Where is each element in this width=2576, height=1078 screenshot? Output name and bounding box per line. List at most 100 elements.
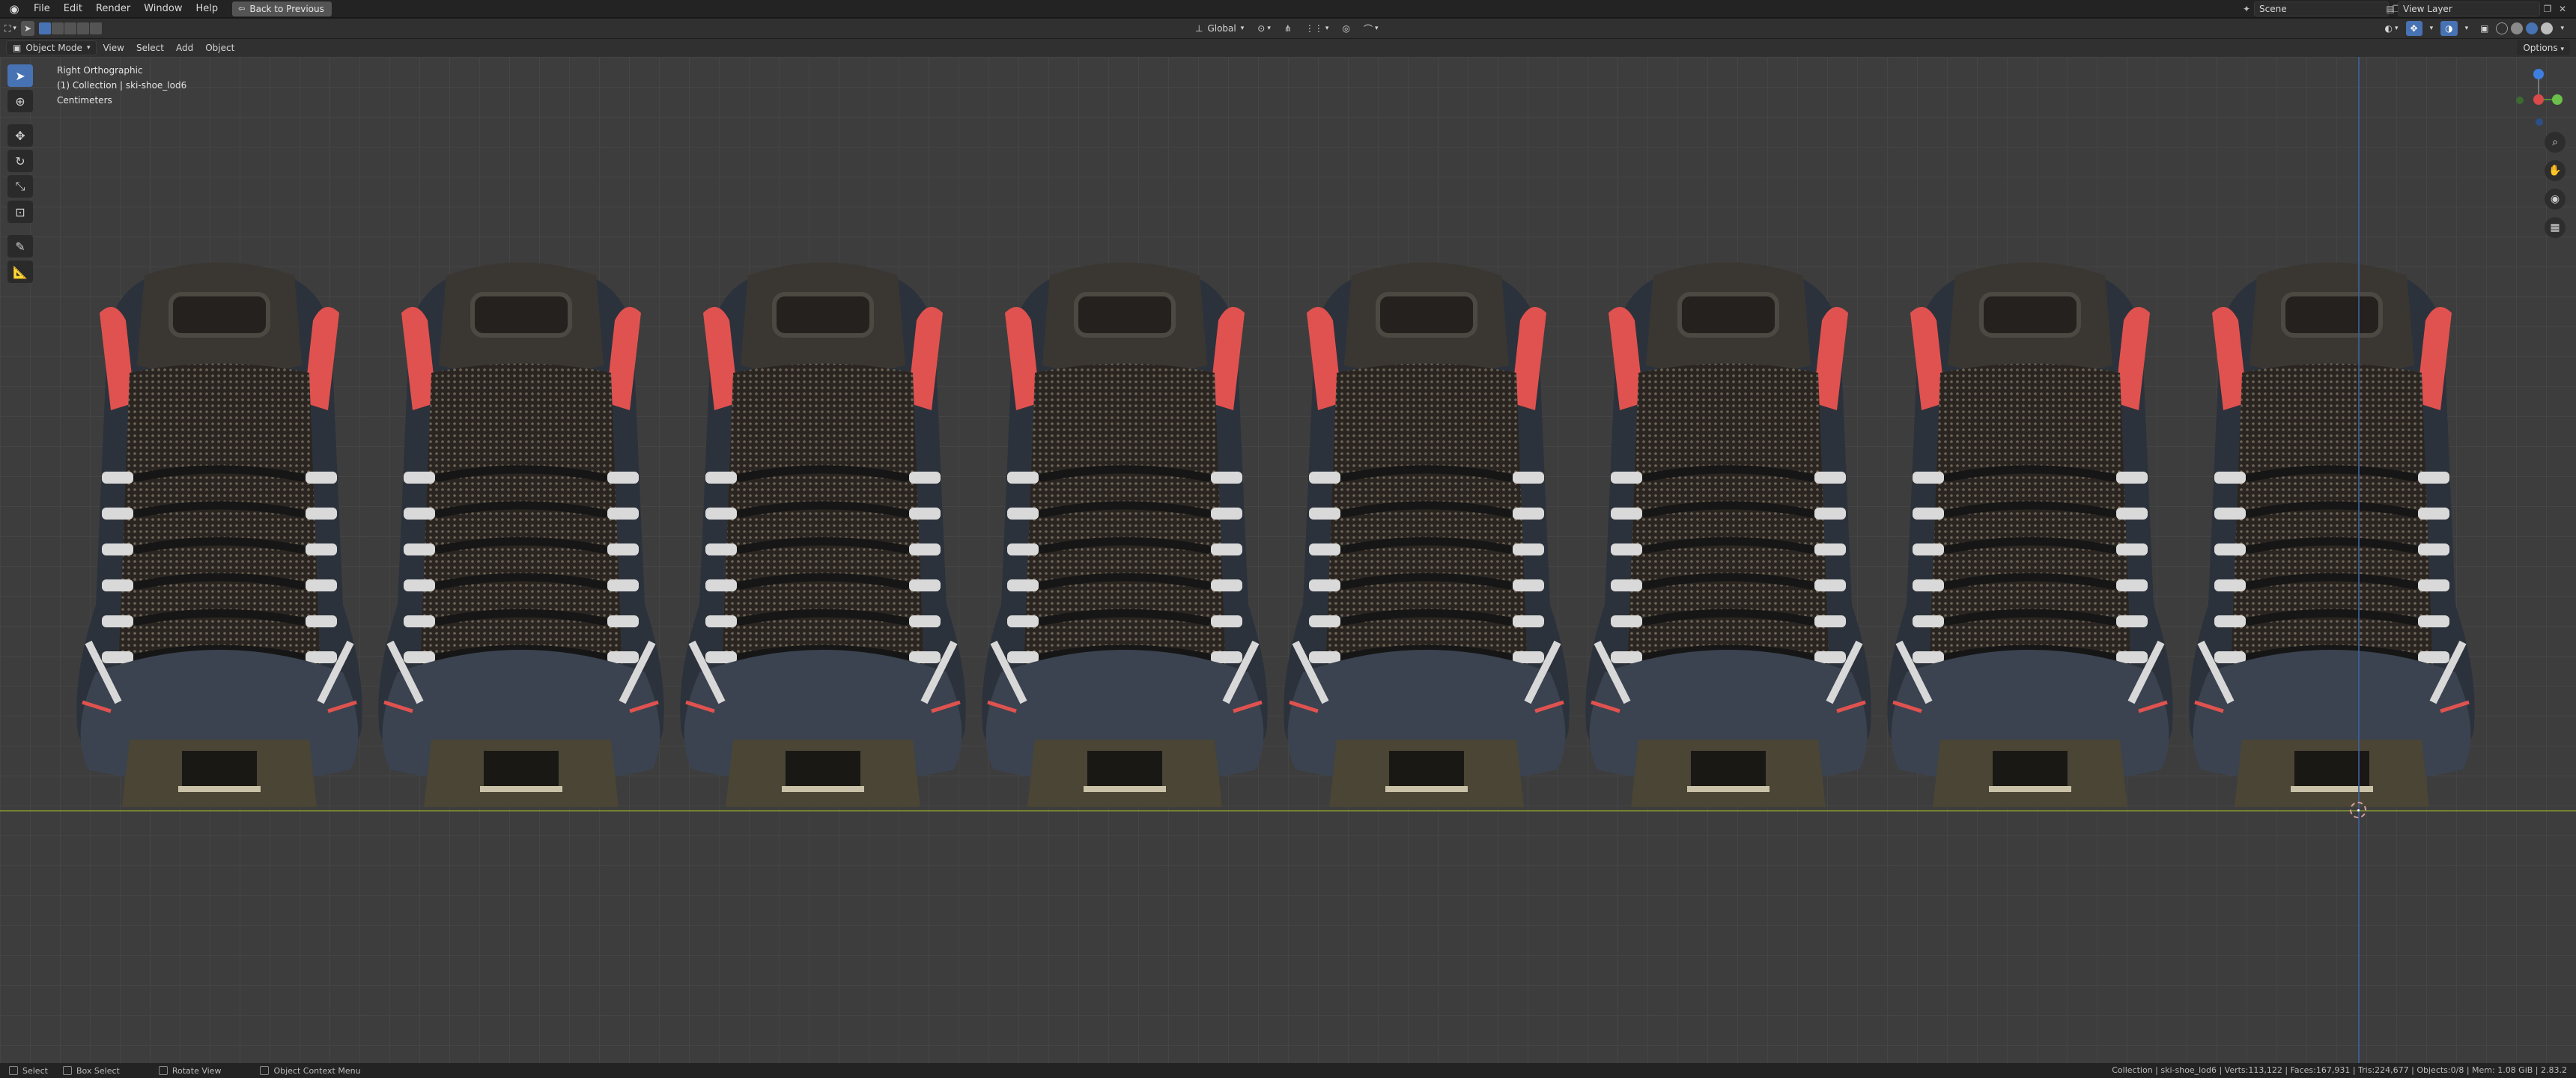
scene-statistics: Collection | ski-shoe_lod6 | Verts:113,1… (2112, 1065, 2567, 1075)
z-axis-icon[interactable] (2533, 69, 2544, 79)
gizmo-toggle[interactable]: ✥ (2405, 21, 2422, 36)
options-label: Options (2523, 43, 2558, 53)
overlays-dropdown[interactable]: ▾ (2461, 21, 2473, 36)
falloff-dropdown[interactable]: ⌒ ▾ (1359, 21, 1383, 36)
scene-icon[interactable]: ✦ (2239, 1, 2254, 16)
pan-hand-icon[interactable]: ✋ (2545, 160, 2566, 181)
cursor-tool-icon[interactable]: ⊕ (7, 90, 33, 112)
chevron-down-icon: ▾ (2394, 25, 2399, 32)
menu-render[interactable]: Render (89, 1, 137, 17)
pivot-icon: ⊙ (1257, 23, 1266, 34)
shading-dropdown[interactable]: ▾ (2556, 21, 2569, 36)
pivot-point-dropdown[interactable]: ⊙ ▾ (1253, 21, 1275, 36)
chevron-down-icon: ▾ (2560, 25, 2564, 32)
back-to-previous-button[interactable]: ⇦ Back to Previous (232, 1, 332, 16)
extend-selection-icon[interactable] (52, 22, 64, 34)
move-tool-icon[interactable]: ✥ (7, 124, 33, 147)
chevron-down-icon: ▾ (1267, 25, 1271, 32)
measure-tool-icon[interactable]: 📐 (7, 261, 33, 283)
status-box-select-label: Box Select (76, 1065, 120, 1076)
rotate-tool-icon[interactable]: ↻ (7, 150, 33, 172)
chevron-down-icon: ▾ (2429, 25, 2434, 32)
proportional-edit-toggle[interactable]: ◎ (1337, 21, 1354, 36)
snap-target-dropdown[interactable]: ⋮⋮ ▾ (1301, 21, 1334, 36)
viewport-display-controls: ◐ ▾ ✥ ▾ ◑ ▾ ▣ ▾ (2381, 21, 2569, 36)
menu-add[interactable]: Add (170, 43, 199, 53)
scene-units: Centimeters (57, 95, 112, 106)
annotate-tool-icon[interactable]: ✎ (7, 235, 33, 258)
object-visibility-dropdown[interactable]: ◐ ▾ (2381, 21, 2403, 36)
mouse-right-icon (260, 1066, 270, 1075)
x-axis-icon[interactable] (2533, 94, 2544, 105)
xray-icon: ▣ (2480, 23, 2489, 34)
menu-file[interactable]: File (27, 1, 57, 17)
boot-model[interactable] (1575, 253, 1882, 814)
options-dropdown[interactable]: Options ▾ (2517, 40, 2570, 55)
view-name: Right Orthographic (57, 65, 143, 76)
active-collection: (1) Collection | ski-shoe_lod6 (57, 80, 187, 91)
xray-toggle[interactable]: ▣ (2476, 21, 2493, 36)
view-layer-close-icon[interactable]: ✕ (2555, 1, 2570, 16)
menu-help[interactable]: Help (189, 1, 225, 17)
boot-model[interactable] (669, 253, 976, 814)
view-layer-field[interactable]: View Layer (2398, 1, 2540, 16)
transform-tool-icon[interactable]: ⊡ (7, 201, 33, 223)
set-new-selection-icon[interactable] (39, 22, 51, 34)
editor-type-icon: ⛶ (4, 22, 11, 34)
neg-y-axis-icon[interactable] (2516, 97, 2524, 104)
grid-view-icon[interactable]: ▦ (2545, 217, 2566, 238)
object-mode-dropdown[interactable]: ▣ Object Mode ▾ (6, 40, 97, 55)
mouse-left-drag-icon (62, 1066, 72, 1075)
status-select-label: Select (22, 1065, 48, 1076)
boot-model[interactable] (368, 253, 675, 814)
intersect-selection-icon[interactable] (90, 22, 102, 34)
boot-model[interactable] (2178, 253, 2485, 814)
view-layer-copy-icon[interactable]: ❐ (2540, 1, 2555, 16)
menu-select[interactable]: Select (130, 43, 170, 53)
3d-viewport[interactable]: Right Orthographic (1) Collection | ski-… (0, 57, 2576, 1063)
material-preview-shading-icon[interactable] (2526, 22, 2539, 34)
menu-view[interactable]: View (97, 43, 130, 53)
scene-field[interactable]: Scene (2254, 1, 2389, 16)
select-mode-tool[interactable]: ➤ (20, 21, 34, 36)
subtract-selection-icon[interactable] (64, 22, 76, 34)
falloff-curve-icon: ⌒ (1363, 23, 1373, 34)
wireframe-shading-icon[interactable] (2496, 22, 2509, 34)
3d-cursor[interactable] (2350, 802, 2366, 818)
boot-model[interactable] (971, 253, 1278, 814)
boot-model[interactable] (1877, 253, 2184, 814)
view-layer-selector: ▤ View Layer ❐ ✕ (2383, 1, 2570, 16)
navigation-buttons: ⌕ ✋ ◉ ▦ (2545, 132, 2566, 238)
y-axis-icon[interactable] (2552, 94, 2563, 105)
status-select: Select Box Select (9, 1066, 120, 1076)
chevron-down-icon: ▾ (86, 44, 91, 52)
ground-axis-line (0, 810, 2576, 811)
transform-orientation-dropdown[interactable]: ⊥ Global ▾ (1191, 21, 1248, 36)
editor-type-dropdown[interactable]: ⛶ ▾ (0, 21, 21, 36)
neg-z-axis-icon[interactable] (2536, 118, 2543, 126)
rendered-shading-icon[interactable] (2541, 22, 2554, 34)
menu-object[interactable]: Object (199, 43, 240, 53)
blender-logo-icon[interactable]: ◉ (6, 1, 22, 17)
snap-toggle[interactable]: ⋔ (1280, 21, 1296, 36)
overlays-toggle[interactable]: ◑ (2440, 21, 2458, 36)
scale-tool-icon[interactable]: ⤡ (7, 175, 33, 198)
status-bar: Select Box Select Rotate View Object Con… (0, 1063, 2576, 1078)
orientation-axis-icon: ⊥ (1195, 23, 1203, 34)
boot-model[interactable] (66, 253, 373, 814)
navigation-gizmo[interactable] (2516, 61, 2563, 129)
menu-edit[interactable]: Edit (57, 1, 89, 17)
select-box-tool-icon[interactable]: ➤ (7, 64, 33, 87)
camera-icon[interactable]: ◉ (2545, 189, 2566, 210)
view-layer-icon[interactable]: ▤ (2383, 1, 2398, 16)
gizmo-dropdown[interactable]: ▾ (2425, 21, 2438, 36)
solid-shading-icon[interactable] (2511, 22, 2524, 34)
invert-selection-icon[interactable] (77, 22, 89, 34)
cursor-arrow-icon: ➤ (23, 23, 31, 34)
menu-window[interactable]: Window (137, 1, 189, 17)
chevron-down-icon: ▾ (2464, 25, 2469, 32)
zoom-icon[interactable]: ⌕ (2545, 132, 2566, 153)
viewport-header: ⛶ ▾ ➤ ⊥ Global ▾ ⊙ ▾ ⋔ ⋮⋮ ▾ ◎ ⌒ ▾ ◐ ▾ ✥ ▾ ◑ ▾… (0, 19, 2576, 38)
back-to-previous-label: Back to Previous (249, 3, 324, 14)
boot-model[interactable] (1273, 253, 1580, 814)
